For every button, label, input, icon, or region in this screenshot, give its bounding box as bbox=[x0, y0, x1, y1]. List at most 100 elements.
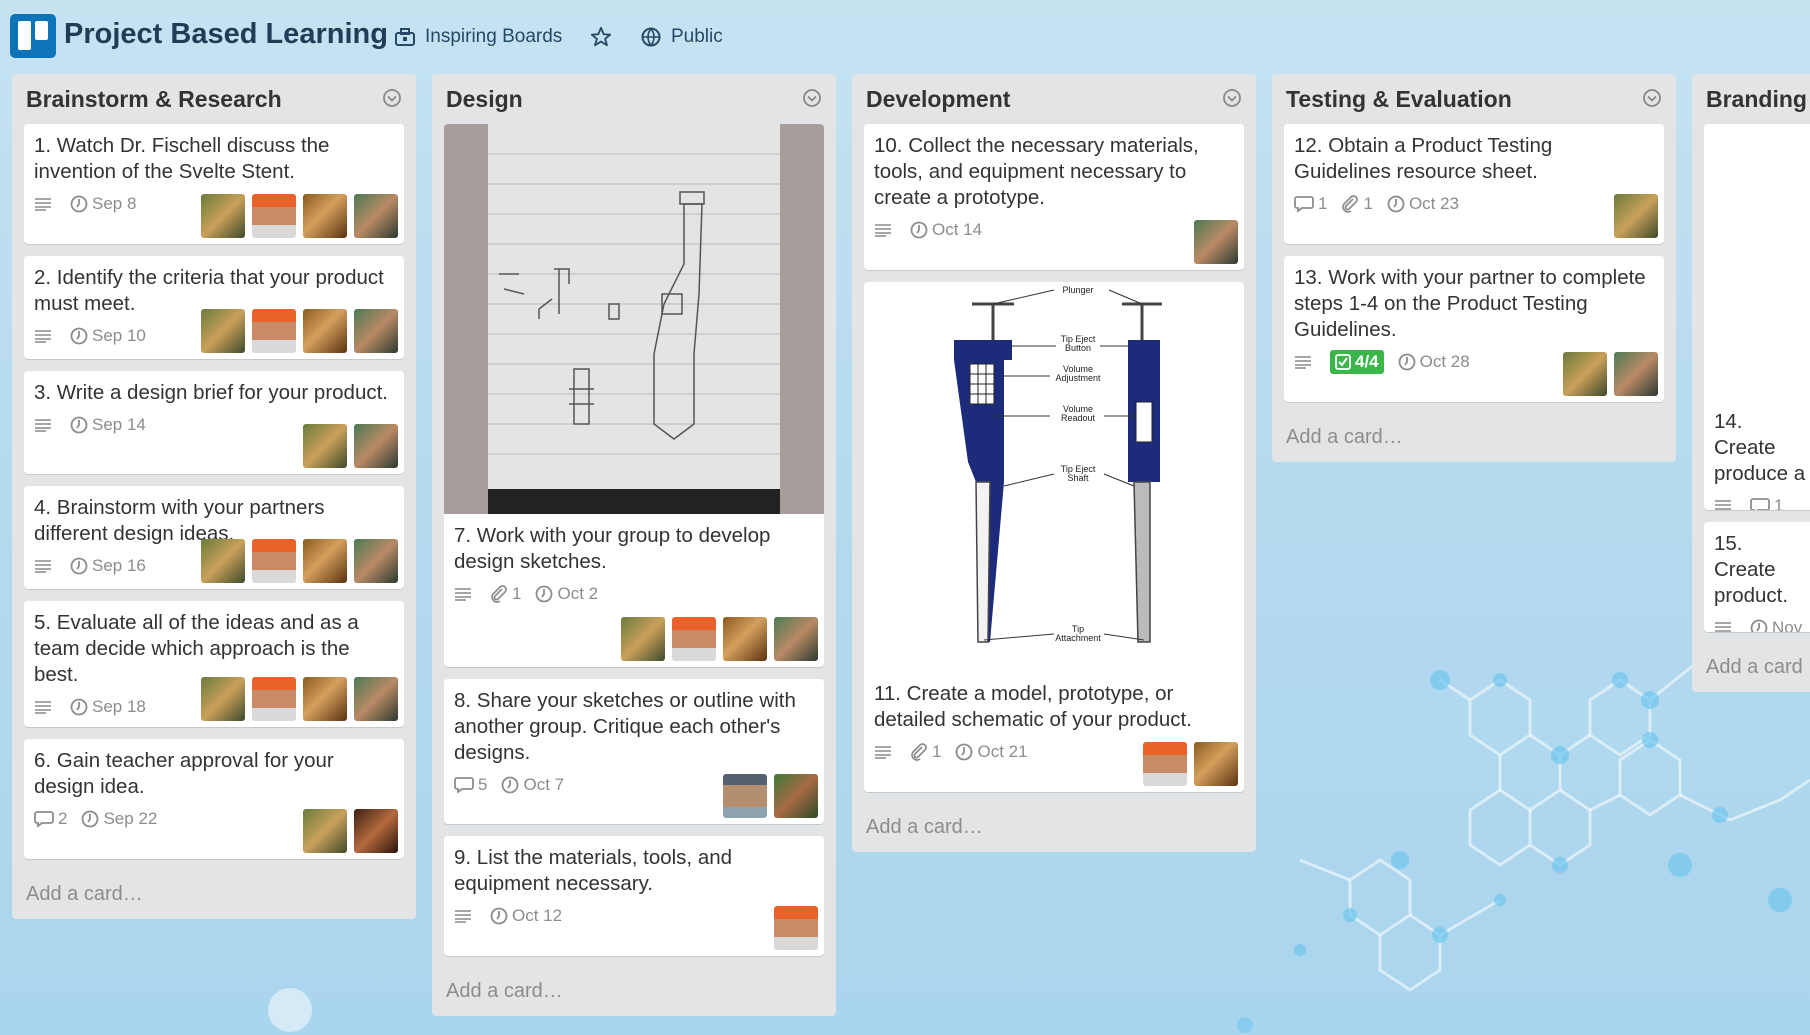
clock-icon bbox=[70, 195, 88, 213]
avatar[interactable] bbox=[354, 539, 398, 583]
add-card-button[interactable]: Add a card… bbox=[1272, 414, 1676, 462]
avatar[interactable] bbox=[252, 677, 296, 721]
add-card-button[interactable]: Add a card… bbox=[852, 804, 1256, 852]
due-date: Oct 12 bbox=[512, 906, 563, 925]
card-title: 9. List the materials, tools, and equipm… bbox=[454, 846, 733, 895]
avatar[interactable] bbox=[354, 809, 398, 853]
card[interactable]: 1. Watch Dr. Fischell discuss the invent… bbox=[24, 124, 404, 244]
list-menu-icon[interactable] bbox=[382, 88, 402, 108]
due-date: Sep 14 bbox=[92, 415, 146, 434]
description-badge bbox=[454, 587, 476, 601]
avatar[interactable] bbox=[723, 617, 767, 661]
due-date: Sep 18 bbox=[92, 697, 146, 716]
list-menu-icon[interactable] bbox=[1222, 88, 1242, 108]
star-button[interactable] bbox=[590, 24, 622, 50]
avatar[interactable] bbox=[201, 677, 245, 721]
avatar[interactable] bbox=[774, 906, 818, 950]
card-title: 13. Work with your partner to complete s… bbox=[1294, 266, 1646, 341]
card[interactable]: 9. List the materials, tools, and equipm… bbox=[444, 836, 824, 956]
avatar[interactable] bbox=[303, 539, 347, 583]
card-cover-image[interactable] bbox=[1704, 124, 1810, 400]
avatar[interactable] bbox=[303, 809, 347, 853]
comments-badge: 2 bbox=[34, 809, 67, 829]
list-menu-icon[interactable] bbox=[802, 88, 822, 108]
description-badge bbox=[34, 700, 56, 714]
list-header: Branding bbox=[1692, 74, 1810, 124]
card[interactable]: 12. Obtain a Product Testing Guidelines … bbox=[1284, 124, 1664, 244]
avatar[interactable] bbox=[354, 309, 398, 353]
description-badge bbox=[34, 559, 56, 573]
board-logo-icon[interactable] bbox=[10, 14, 56, 58]
avatar[interactable] bbox=[1563, 352, 1607, 396]
card-members bbox=[1607, 194, 1658, 238]
avatar[interactable] bbox=[201, 539, 245, 583]
board-header: Project Based Learning Inspiring Boards … bbox=[0, 0, 1810, 70]
avatar[interactable] bbox=[354, 424, 398, 468]
avatar[interactable] bbox=[774, 617, 818, 661]
avatar[interactable] bbox=[252, 539, 296, 583]
due-date-badge: Sep 14 bbox=[70, 415, 146, 435]
card[interactable]: 10. Collect the necessary materials, too… bbox=[864, 124, 1244, 270]
team-label: Inspiring Boards bbox=[425, 26, 563, 47]
description-badge bbox=[34, 329, 56, 343]
due-date: Sep 16 bbox=[92, 556, 146, 575]
card-cover-image[interactable] bbox=[444, 124, 824, 514]
card[interactable]: 11. Create a model, prototype, or detail… bbox=[864, 672, 1244, 792]
description-icon bbox=[34, 329, 52, 343]
avatar[interactable] bbox=[354, 677, 398, 721]
due-date-badge: Sep 16 bbox=[70, 556, 146, 576]
due-date: Oct 14 bbox=[932, 220, 983, 239]
description-badge bbox=[34, 418, 56, 432]
avatar[interactable] bbox=[201, 309, 245, 353]
due-date: Nov bbox=[1772, 618, 1803, 632]
card[interactable]: 3. Write a design brief for your product… bbox=[24, 371, 404, 474]
list-menu-icon[interactable] bbox=[1642, 88, 1662, 108]
list-header: Design bbox=[432, 74, 836, 124]
avatar[interactable] bbox=[723, 774, 767, 818]
clock-icon bbox=[70, 327, 88, 345]
add-card-button[interactable]: Add a card bbox=[1692, 644, 1810, 692]
visibility-button[interactable]: Public bbox=[641, 24, 723, 50]
card[interactable]: 5. Evaluate all of the ideas and as a te… bbox=[24, 601, 404, 727]
card[interactable]: 7. Work with your group to develop desig… bbox=[444, 514, 824, 667]
description-icon bbox=[874, 745, 892, 759]
card[interactable]: 15. Create product. Nov bbox=[1704, 522, 1810, 632]
team-button[interactable]: Inspiring Boards bbox=[395, 24, 562, 50]
avatar[interactable] bbox=[303, 309, 347, 353]
avatar[interactable] bbox=[1194, 742, 1238, 786]
due-date: Oct 21 bbox=[977, 742, 1028, 761]
avatar[interactable] bbox=[354, 194, 398, 238]
star-icon bbox=[590, 26, 612, 47]
avatar[interactable] bbox=[201, 194, 245, 238]
avatar[interactable] bbox=[1614, 352, 1658, 396]
due-date: Oct 28 bbox=[1419, 352, 1470, 371]
avatar[interactable] bbox=[252, 309, 296, 353]
comment-icon bbox=[1294, 195, 1314, 213]
list-testing-evaluation: Testing & Evaluation 12. Obtain a Produc… bbox=[1272, 74, 1676, 462]
card-cover-image[interactable]: Plunger Tip Eject Button Volume Adjustme… bbox=[864, 282, 1244, 672]
avatar[interactable] bbox=[1143, 742, 1187, 786]
avatar[interactable] bbox=[303, 424, 347, 468]
board-title[interactable]: Project Based Learning bbox=[64, 18, 388, 51]
diagram-label: Adjustment bbox=[1055, 373, 1101, 383]
card[interactable]: 8. Share your sketches or outline with a… bbox=[444, 679, 824, 824]
avatar[interactable] bbox=[774, 774, 818, 818]
description-icon bbox=[1294, 355, 1312, 369]
avatar[interactable] bbox=[252, 194, 296, 238]
card[interactable]: 4. Brainstorm with your partners differe… bbox=[24, 486, 404, 589]
sketch-image bbox=[488, 124, 780, 514]
avatar[interactable] bbox=[303, 677, 347, 721]
add-card-button[interactable]: Add a card… bbox=[432, 968, 836, 1016]
avatar[interactable] bbox=[1614, 194, 1658, 238]
card[interactable]: 13. Work with your partner to complete s… bbox=[1284, 256, 1664, 402]
card[interactable]: 6. Gain teacher approval for your design… bbox=[24, 739, 404, 859]
avatar[interactable] bbox=[1194, 220, 1238, 264]
avatar[interactable] bbox=[621, 617, 665, 661]
card-title: 8. Share your sketches or outline with a… bbox=[454, 689, 796, 764]
avatar[interactable] bbox=[672, 617, 716, 661]
avatar[interactable] bbox=[303, 194, 347, 238]
add-card-button[interactable]: Add a card… bbox=[12, 871, 416, 919]
card-title: 14. Create produce a bbox=[1714, 410, 1806, 485]
card[interactable]: 2. Identify the criteria that your produ… bbox=[24, 256, 404, 359]
card[interactable]: 14. Create produce a 1 bbox=[1704, 400, 1810, 510]
